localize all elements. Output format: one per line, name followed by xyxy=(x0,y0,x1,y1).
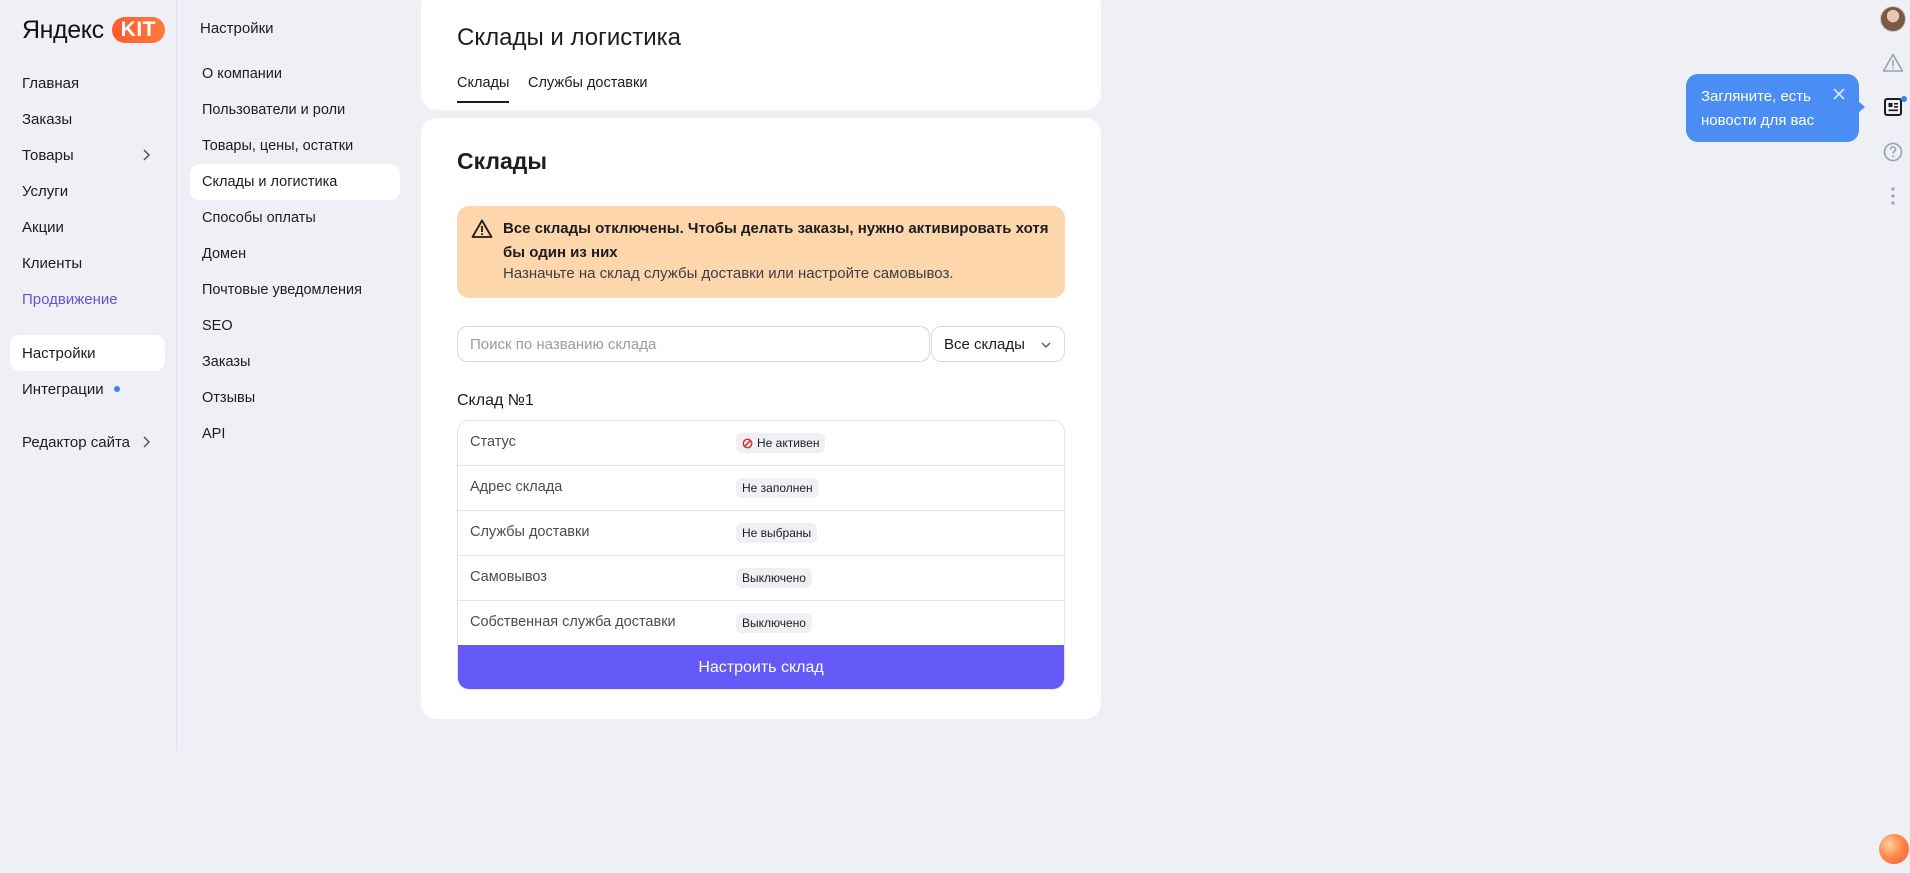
nav-item-settings[interactable]: Настройки xyxy=(10,335,165,371)
warning-alert: Все склады отключены. Чтобы делать заказ… xyxy=(457,206,1065,298)
tab-delivery-services[interactable]: Службы доставки xyxy=(528,75,647,101)
badge-text: Не активен xyxy=(757,436,820,450)
subnav-item-label: Почтовые уведомления xyxy=(202,282,362,298)
page-header: Склады и логистика Склады Службы доставк… xyxy=(421,0,1101,110)
nav-item-label: Товары xyxy=(22,146,74,164)
nav-item-site-editor[interactable]: Редактор сайта xyxy=(10,424,165,460)
news-notification-dot xyxy=(1901,96,1907,102)
row-label: Службы доставки xyxy=(470,524,590,540)
logo-text: Яндекс xyxy=(22,15,104,44)
alert-text: Назначьте на склад службы доставки или н… xyxy=(503,265,954,282)
chevron-down-icon xyxy=(1041,342,1051,348)
alert-title: Все склады отключены. Чтобы делать заказ… xyxy=(503,220,1049,261)
subnav-item-label: Склады и логистика xyxy=(202,174,338,190)
row-label: Самовывоз xyxy=(470,569,547,585)
main-nav: Яндекс KIT Главная Заказы Товары Услуги … xyxy=(0,0,177,750)
more-icon[interactable] xyxy=(1882,185,1904,207)
warning-icon xyxy=(471,219,493,238)
help-icon[interactable] xyxy=(1882,141,1904,163)
nav-item-label: Интеграции xyxy=(22,380,104,398)
table-row: Статус Не активен xyxy=(458,421,1064,466)
news-tooltip: Загляните, есть новости для вас xyxy=(1686,74,1859,142)
configure-warehouse-button[interactable]: Настроить склад xyxy=(458,645,1064,689)
nav-item-label: Главная xyxy=(22,74,80,92)
status-badge: Не заполнен xyxy=(736,478,819,498)
warehouse-filter-select[interactable]: Все склады xyxy=(931,326,1065,362)
subnav-item-email[interactable]: Почтовые уведомления xyxy=(190,272,400,308)
nav-item-label: Продвижение xyxy=(22,290,118,308)
select-value: Все склады xyxy=(944,335,1025,353)
subnav-item-company[interactable]: О компании xyxy=(190,56,400,92)
nav-item-marketing[interactable]: Продвижение xyxy=(10,281,165,317)
nav-item-clients[interactable]: Клиенты xyxy=(10,245,165,281)
subnav-item-seo[interactable]: SEO xyxy=(190,308,400,344)
nav-item-orders[interactable]: Заказы xyxy=(10,101,165,137)
badge-text: Выключено xyxy=(742,571,806,585)
nav-item-label: Акции xyxy=(22,218,64,236)
nav-item-label: Настройки xyxy=(22,344,96,362)
table-row: Собственная служба доставки Выключено xyxy=(458,601,1064,646)
row-label: Собственная служба доставки xyxy=(470,614,676,630)
status-badge: Выключено xyxy=(736,613,812,633)
nav-item-label: Заказы xyxy=(22,110,73,128)
subnav-item-label: Товары, цены, остатки xyxy=(202,138,354,154)
avatar[interactable] xyxy=(1880,6,1906,32)
nav-item-products[interactable]: Товары xyxy=(10,137,165,173)
subnav-item-orders[interactable]: Заказы xyxy=(190,344,400,380)
subnav-item-domain[interactable]: Домен xyxy=(190,236,400,272)
close-icon[interactable] xyxy=(1832,87,1846,101)
tooltip-text: Загляните, есть новости для вас xyxy=(1701,88,1815,129)
chevron-right-icon xyxy=(143,149,151,161)
status-badge: Выключено xyxy=(736,568,812,588)
tab-warehouses[interactable]: Склады xyxy=(457,75,510,103)
badge-text: Выключено xyxy=(742,616,806,630)
section-title: Склады xyxy=(457,148,548,174)
subnav-item-label: Пользователи и роли xyxy=(202,102,346,118)
badge-text: Не заполнен xyxy=(742,481,813,495)
status-badge: Не активен xyxy=(736,433,826,453)
table-row: Самовывоз Выключено xyxy=(458,556,1064,601)
table-row: Службы доставки Не выбраны xyxy=(458,511,1064,556)
subnav-item-reviews[interactable]: Отзывы xyxy=(190,380,400,416)
chevron-right-icon xyxy=(143,436,151,448)
row-label: Статус xyxy=(470,434,516,450)
badge-text: Не выбраны xyxy=(742,526,812,540)
subnav-item-label: Домен xyxy=(202,246,247,262)
subnav-item-label: Отзывы xyxy=(202,390,256,406)
subnav-item-label: О компании xyxy=(202,66,282,82)
nav-item-promotions[interactable]: Акции xyxy=(10,209,165,245)
status-badge: Не выбраны xyxy=(736,523,818,543)
page-title: Склады и логистика xyxy=(457,24,682,51)
nav-item-integrations[interactable]: Интеграции xyxy=(10,371,165,407)
warning-icon[interactable] xyxy=(1882,52,1904,74)
tooltip-tail xyxy=(1857,100,1865,114)
notification-dot xyxy=(113,386,120,392)
assistant-orb-icon[interactable] xyxy=(1879,834,1909,864)
nav-item-services[interactable]: Услуги xyxy=(10,173,165,209)
nav-item-label: Редактор сайта xyxy=(22,433,131,451)
subnav-item-products[interactable]: Товары, цены, остатки xyxy=(190,128,400,164)
logo-badge: KIT xyxy=(111,17,165,43)
nav-item-home[interactable]: Главная xyxy=(10,65,165,101)
subnav-item-label: SEO xyxy=(202,318,233,334)
stop-icon xyxy=(742,438,753,448)
subnav-item-users[interactable]: Пользователи и роли xyxy=(190,92,400,128)
warehouses-card: Склады Все склады отключены. Чтобы делат… xyxy=(421,118,1101,719)
subnav-item-label: Способы оплаты xyxy=(202,210,316,226)
subnav-item-label: Заказы xyxy=(202,354,251,370)
warehouse-table: Статус Не активен Адрес склада Не заполн… xyxy=(457,420,1065,690)
warehouse-title: Склад №1 xyxy=(457,392,534,409)
warehouse-search-input[interactable] xyxy=(457,326,930,362)
subnav-item-warehouses[interactable]: Склады и логистика xyxy=(190,164,400,200)
subnav-item-api[interactable]: API xyxy=(190,416,400,452)
nav-item-label: Клиенты xyxy=(22,254,83,272)
subnav-item-label: API xyxy=(202,426,226,442)
table-row: Адрес склада Не заполнен xyxy=(458,466,1064,511)
logo[interactable]: Яндекс KIT xyxy=(22,14,165,46)
row-label: Адрес склада xyxy=(470,479,563,495)
nav-item-label: Услуги xyxy=(22,182,69,200)
subnav-item-payments[interactable]: Способы оплаты xyxy=(190,200,400,236)
subnav-title: Настройки xyxy=(200,20,274,37)
